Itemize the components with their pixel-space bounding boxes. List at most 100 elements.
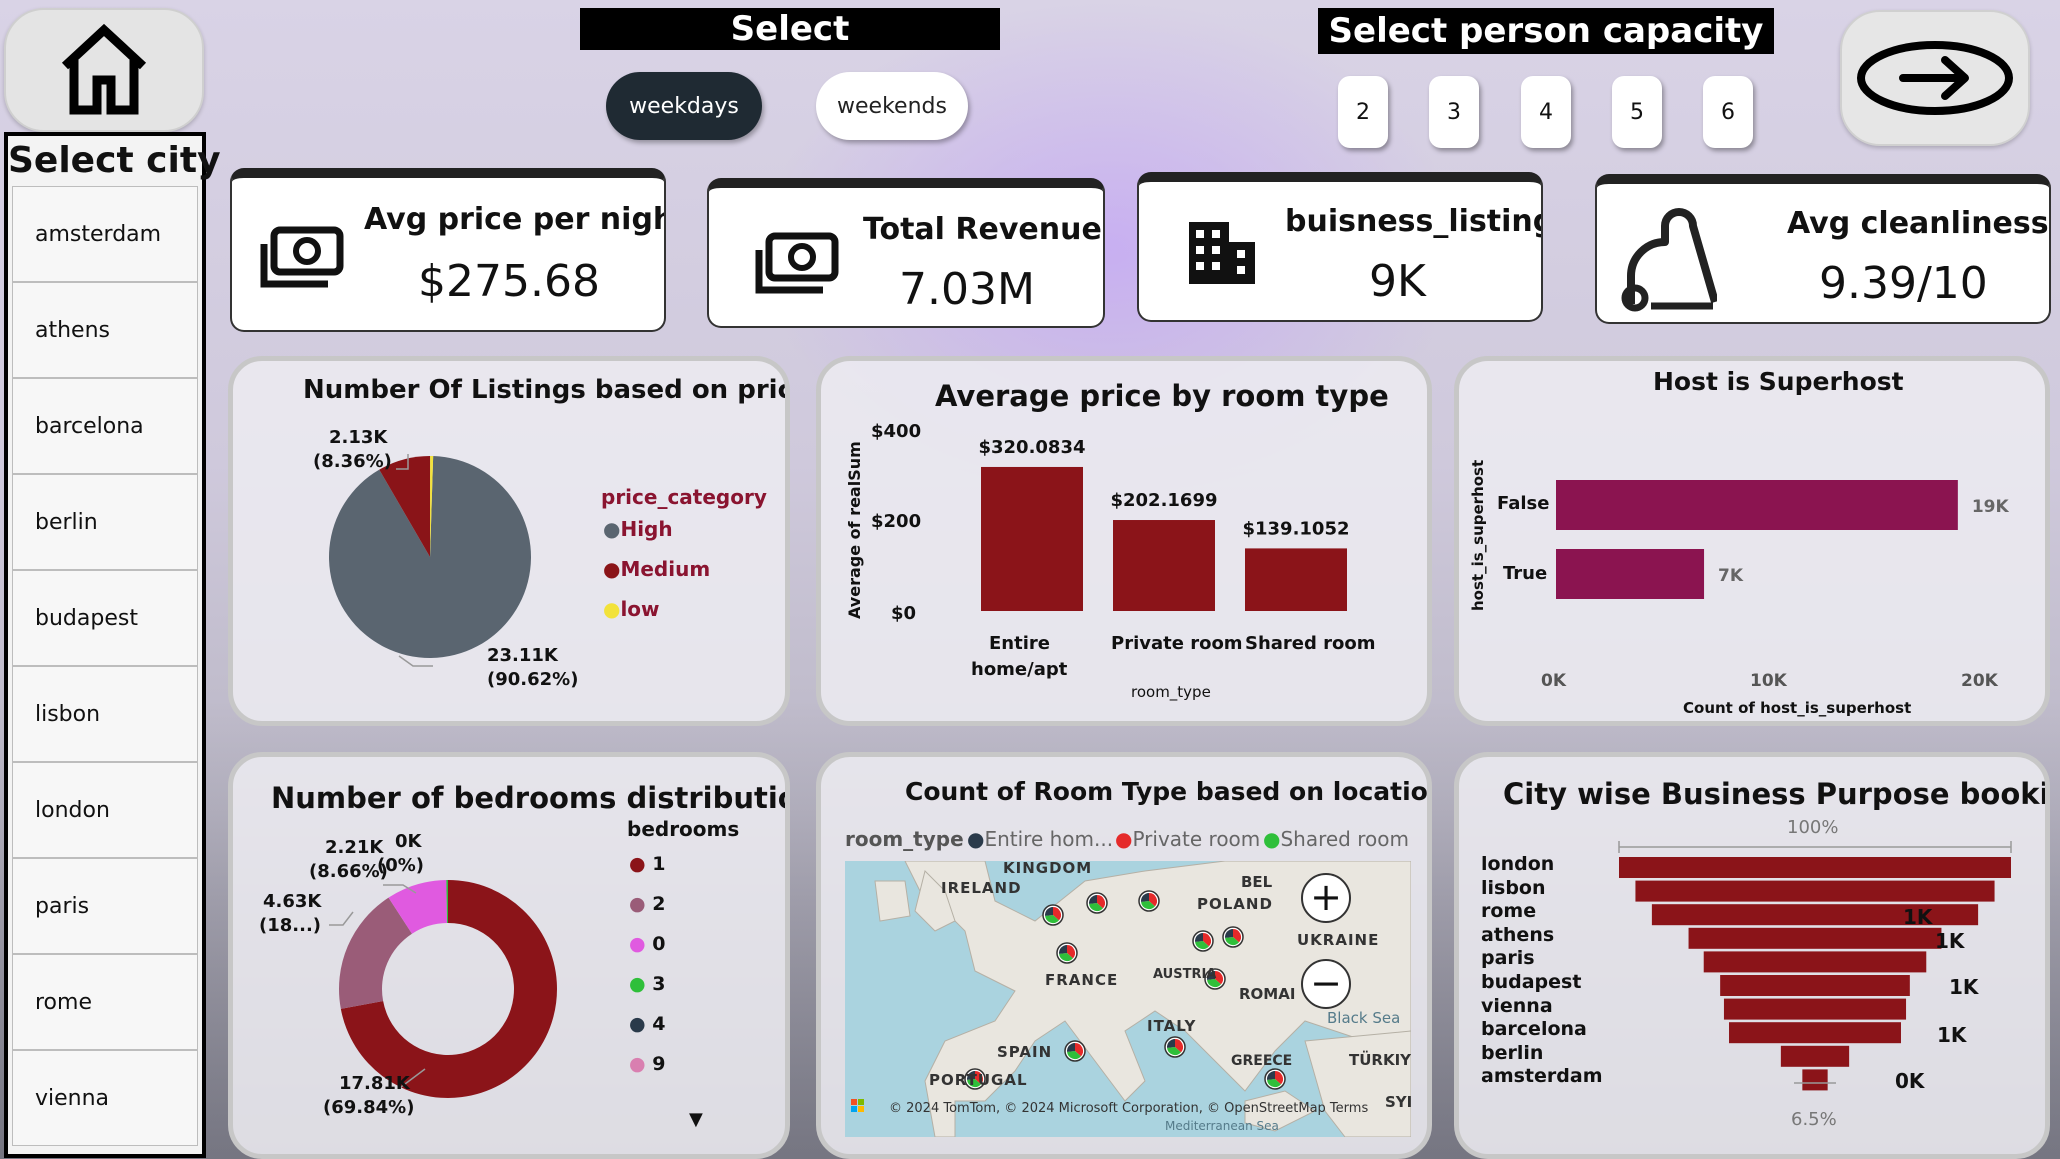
- europe-map[interactable]: KINGDOM IRELAND BEL POLAND UKRAINE FRANC…: [845, 861, 1411, 1137]
- funnel-bar-budapest[interactable]: [1720, 975, 1910, 996]
- kpi-card-avg-cleanliness: Avg cleanliness... 9.39/10: [1595, 174, 2051, 324]
- map-city-marker[interactable]: [1222, 926, 1244, 948]
- city-item-berlin[interactable]: berlin: [12, 474, 198, 570]
- funnel-bar-berlin[interactable]: [1780, 1045, 1850, 1067]
- data-label: (18...): [259, 915, 322, 936]
- kpi-value: 9K: [1369, 256, 1426, 307]
- map-zoom-out-button[interactable]: −: [1301, 959, 1351, 1009]
- legend-item-medium[interactable]: ●Medium: [603, 557, 710, 581]
- y-axis-label: host_is_superhost: [1469, 459, 1487, 611]
- kpi-value: 7.03M: [899, 264, 1035, 315]
- legend-item-bedrooms-3[interactable]: ● 3: [629, 973, 665, 995]
- map-zoom-in-button[interactable]: +: [1301, 873, 1351, 923]
- bar-private-room[interactable]: [1113, 520, 1215, 611]
- select-header: Select: [580, 8, 1000, 50]
- room-type-bar-chart: $320.0834 $202.1699 $139.1052: [978, 437, 1350, 611]
- city-item-rome[interactable]: rome: [12, 954, 198, 1050]
- funnel-data-label: 1K: [1935, 929, 1965, 953]
- bar-true[interactable]: [1556, 549, 1705, 599]
- bar-entire-home-apt[interactable]: [981, 466, 1083, 611]
- data-label: 2.21K: [325, 837, 384, 858]
- x-tick-label: 0K: [1541, 671, 1567, 691]
- city-item-barcelona[interactable]: barcelona: [12, 378, 198, 474]
- city-item-amsterdam[interactable]: amsterdam: [12, 186, 198, 282]
- capacity-button-4[interactable]: 4: [1521, 76, 1571, 148]
- map-place-label: POLAND: [1197, 895, 1273, 913]
- map-place-label: ROMAI: [1239, 985, 1296, 1003]
- map-place-label: IRELAND: [941, 879, 1022, 897]
- legend-item-bedrooms-2[interactable]: ● 2: [629, 893, 665, 915]
- city-item-paris[interactable]: paris: [12, 858, 198, 954]
- map-place-label: Mediterranean Sea: [1165, 1119, 1279, 1133]
- funnel-bar-vienna[interactable]: [1723, 998, 1907, 1020]
- funnel-category-label: athens: [1481, 923, 1555, 946]
- money-icon: [260, 226, 344, 288]
- kpi-card-total-revenue: Total Revenue 7.03M: [707, 178, 1105, 328]
- bar-false[interactable]: [1556, 480, 1958, 530]
- map-place-label: AUSTRIA: [1153, 967, 1217, 982]
- map-legend-item-private: ●Private room: [1115, 827, 1261, 851]
- legend-item-bedrooms-0[interactable]: ● 0: [629, 933, 665, 955]
- weekdays-button[interactable]: weekdays: [606, 72, 762, 140]
- capacity-button-6[interactable]: 6: [1703, 76, 1753, 148]
- city-item-budapest[interactable]: budapest: [12, 570, 198, 666]
- kpi-card-business-listing: buisness_listing 9K: [1137, 172, 1543, 322]
- funnel-bar-london[interactable]: [1619, 857, 2011, 878]
- kpi-card-avg-price: Avg price per night $275.68: [230, 168, 666, 332]
- map-city-marker[interactable]: [1056, 942, 1078, 964]
- funnel-bar-barcelona[interactable]: [1729, 1022, 1901, 1044]
- scroll-down-icon[interactable]: ▼: [689, 1109, 703, 1130]
- funnel-data-label: 1K: [1949, 975, 1979, 999]
- map-city-marker[interactable]: [1086, 892, 1108, 914]
- map-place-label: FRANCE: [1045, 971, 1119, 989]
- data-label: $320.0834: [978, 437, 1085, 458]
- avg-price-room-type-panel: Average price by room type $320.0834 $202…: [816, 356, 1432, 726]
- city-item-london[interactable]: london: [12, 762, 198, 858]
- funnel-top-percent: 100%: [1787, 817, 1839, 838]
- map-city-marker[interactable]: [1264, 1068, 1286, 1090]
- home-button[interactable]: [4, 8, 204, 132]
- map-city-marker[interactable]: [1042, 904, 1064, 926]
- funnel-bar-amsterdam[interactable]: [1802, 1069, 1828, 1091]
- funnel-category-label: rome: [1481, 900, 1537, 923]
- data-label: 0K: [395, 831, 422, 852]
- city-item-athens[interactable]: athens: [12, 282, 198, 378]
- funnel-category-label: barcelona: [1481, 1018, 1587, 1041]
- weekends-button[interactable]: weekends: [816, 72, 968, 140]
- x-tick-label: 20K: [1961, 671, 1998, 691]
- capacity-button-2[interactable]: 2: [1338, 76, 1388, 148]
- legend-item-high[interactable]: ●High: [603, 517, 673, 541]
- map-city-marker[interactable]: [1192, 930, 1214, 952]
- map-legend-item-shared: ●Shared room: [1263, 827, 1409, 851]
- map-city-marker[interactable]: [1138, 890, 1160, 912]
- map-place-label: SPAIN: [997, 1043, 1053, 1061]
- data-label: (69.84%): [323, 1097, 415, 1118]
- city-item-lisbon[interactable]: lisbon: [12, 666, 198, 762]
- funnel-bar-athens[interactable]: [1688, 927, 1942, 949]
- kpi-label: Total Revenue: [863, 212, 1102, 247]
- map-attribution: © 2024 TomTom, © 2024 Microsoft Corporat…: [889, 1101, 1369, 1116]
- next-page-button[interactable]: [1840, 10, 2030, 146]
- funnel-bar-lisbon[interactable]: [1635, 880, 1995, 902]
- business-funnel-chart: [1618, 841, 2012, 1091]
- map-city-marker[interactable]: [1064, 1040, 1086, 1062]
- funnel-data-label: 0K: [1895, 1069, 1925, 1093]
- legend-item-bedrooms-9[interactable]: ● 9: [629, 1053, 665, 1075]
- y-tick-label: $200: [871, 511, 922, 532]
- capacity-button-5[interactable]: 5: [1612, 76, 1662, 148]
- map-place-label: ITALY: [1147, 1017, 1197, 1035]
- bedrooms-donut-panel: Number of bedrooms distributions 2.21K (…: [228, 752, 790, 1159]
- funnel-bar-paris[interactable]: [1703, 951, 1927, 973]
- x-axis-label: room_type: [1131, 683, 1211, 701]
- legend-item-bedrooms-1[interactable]: ● 1: [629, 853, 665, 875]
- data-label: 19K: [1972, 497, 2010, 517]
- map-city-marker[interactable]: [1164, 1036, 1186, 1058]
- x-tick-label: Private room: [1111, 633, 1243, 654]
- room-type-map-panel: Count of Room Type based on location roo…: [816, 752, 1432, 1159]
- legend-item-low[interactable]: ●low: [603, 597, 660, 621]
- city-item-vienna[interactable]: vienna: [12, 1050, 198, 1146]
- legend-item-bedrooms-4[interactable]: ● 4: [629, 1013, 665, 1035]
- bar-shared-room[interactable]: [1245, 548, 1347, 611]
- capacity-button-3[interactable]: 3: [1429, 76, 1479, 148]
- kpi-value: 9.39/10: [1819, 258, 1988, 309]
